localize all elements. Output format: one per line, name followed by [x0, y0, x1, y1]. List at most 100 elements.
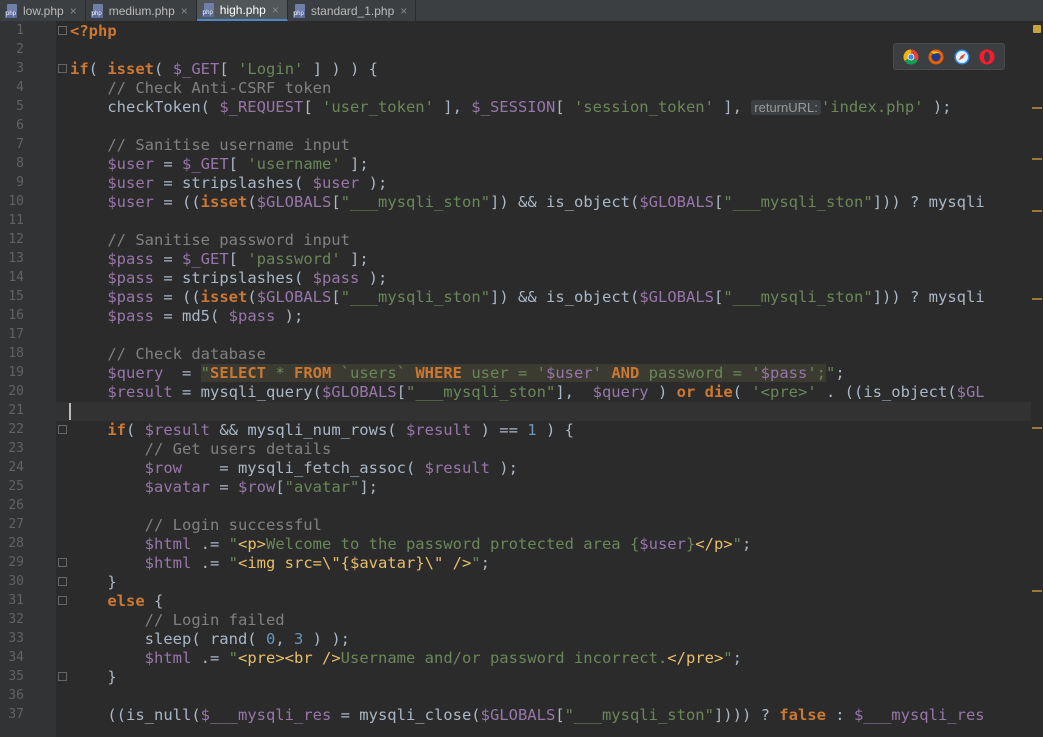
line-number: 33 [8, 631, 24, 646]
line-number: 7 [16, 137, 24, 152]
safari-icon[interactable] [954, 49, 970, 65]
code-line: $html .= "<pre><br />Username and/or pas… [144, 649, 742, 667]
line-number: 4 [16, 80, 24, 95]
tab-label: standard_1.php [310, 3, 395, 18]
line-number: 35 [8, 669, 24, 684]
code-line: $user = stripslashes( $user ); [107, 174, 388, 192]
line-number: 9 [16, 175, 24, 190]
code-editor[interactable]: <?php if( isset( $_GET[ 'Login' ] ) ) { /… [56, 21, 1031, 737]
line-number: 22 [8, 422, 24, 437]
line-number: 26 [8, 498, 24, 513]
line-number: 25 [8, 479, 24, 494]
tab-label: low.php [23, 3, 64, 18]
line-number: 6 [16, 118, 24, 133]
line-number: 2 [16, 42, 24, 57]
code-line: $pass = ((isset($GLOBALS["___mysqli_ston… [107, 288, 985, 306]
close-icon[interactable]: × [70, 4, 77, 18]
tab-label: high.php [219, 2, 266, 17]
code-line: $user = $_GET[ 'username' ]; [107, 155, 369, 173]
code-line: // Sanitise username input [107, 136, 350, 154]
code-line: // Check Anti-CSRF token [107, 79, 332, 97]
line-number: 13 [8, 251, 24, 266]
code-line: } [70, 573, 117, 591]
close-icon[interactable]: × [181, 4, 188, 18]
line-number: 15 [8, 289, 24, 304]
tab-medium-php[interactable]: medium.php × [86, 0, 197, 21]
firefox-icon[interactable] [928, 49, 944, 65]
tab-low-php[interactable]: low.php × [0, 0, 86, 21]
line-number: 24 [8, 460, 24, 475]
line-number: 17 [8, 327, 24, 342]
line-number: 19 [8, 365, 24, 380]
line-number: 28 [8, 536, 24, 551]
code-line: $html .= "<img src=\"{$avatar}\" />"; [144, 554, 490, 572]
code-line: // Sanitise password input [107, 231, 350, 249]
code-line: $query = "SELECT * FROM `users` WHERE us… [107, 364, 845, 382]
line-number: 37 [8, 707, 24, 722]
line-number: 21 [8, 403, 24, 418]
code-line: // Login failed [144, 611, 285, 629]
php-file-icon [90, 3, 104, 18]
editor-tab-bar: low.php × medium.php × high.php × standa… [0, 0, 1043, 22]
line-number: 14 [8, 270, 24, 285]
php-file-icon [5, 3, 18, 18]
code-line: // Get users details [144, 440, 332, 458]
tab-standard-1-php[interactable]: standard_1.php × [288, 0, 417, 21]
close-icon[interactable]: × [400, 4, 407, 18]
line-number: 29 [8, 555, 24, 570]
code-line: $pass = md5( $pass ); [107, 307, 304, 325]
php-file-icon [201, 2, 215, 17]
close-icon[interactable]: × [272, 3, 279, 17]
analysis-status-icon[interactable] [1033, 25, 1041, 33]
text-caret [69, 403, 71, 420]
line-number: 30 [8, 574, 24, 589]
line-number: 27 [8, 517, 24, 532]
error-stripe-mark[interactable] [1032, 158, 1042, 160]
code-line: // Login successful [144, 516, 322, 534]
line-number: 11 [8, 213, 24, 228]
line-number: 31 [8, 593, 24, 608]
code-line: // Check database [107, 345, 266, 363]
line-number: 18 [8, 346, 24, 361]
line-number: 23 [8, 441, 24, 456]
line-number: 5 [16, 99, 24, 114]
vertical-scrollbar[interactable] [1031, 21, 1043, 737]
code-line: $pass = $_GET[ 'password' ]; [107, 250, 369, 268]
code-line: else { [107, 592, 164, 610]
line-number: 20 [8, 384, 24, 399]
error-stripe-mark[interactable] [1032, 210, 1042, 212]
opera-icon[interactable] [979, 49, 995, 65]
tab-high-php[interactable]: high.php × [196, 0, 288, 21]
parameter-hint: returnURL: [751, 100, 821, 115]
code-line: $pass = stripslashes( $pass ); [107, 269, 388, 287]
chrome-icon[interactable] [903, 49, 919, 65]
code-line: $result = mysqli_query($GLOBALS["___mysq… [107, 383, 985, 401]
line-number: 34 [8, 650, 24, 665]
code-line: $avatar = $row["avatar"]; [144, 478, 379, 496]
php-file-icon [292, 3, 306, 18]
line-number: 8 [16, 156, 24, 171]
line-number: 10 [8, 194, 24, 209]
tab-label: medium.php [108, 3, 175, 18]
code-line: if( isset( $_GET[ 'Login' ] ) ) { [70, 60, 379, 78]
line-number: 36 [8, 688, 24, 703]
error-stripe-mark[interactable] [1032, 107, 1042, 109]
line-number: 32 [8, 612, 24, 627]
code-line: ((is_null($___mysqli_res = mysqli_close(… [70, 706, 985, 724]
code-line: checkToken( $_REQUEST[ 'user_token' ], $… [70, 98, 952, 116]
error-stripe-mark[interactable] [1032, 590, 1042, 592]
browser-preview-toolbar [893, 43, 1005, 70]
line-number: 3 [16, 61, 24, 76]
code-line: <?php [70, 22, 117, 40]
error-stripe-mark[interactable] [1032, 427, 1042, 429]
code-line: $user = ((isset($GLOBALS["___mysqli_ston… [107, 193, 985, 211]
code-line: $row = mysqli_fetch_assoc( $result ); [144, 459, 518, 477]
code-line: } [70, 668, 117, 686]
code-line: sleep( rand( 0, 3 ) ); [70, 630, 350, 648]
line-number: 16 [8, 308, 24, 323]
line-number: 12 [8, 232, 24, 247]
code-line: $html .= "<p>Welcome to the password pro… [144, 535, 752, 553]
code-line: if( $result && mysqli_num_rows( $result … [107, 421, 574, 439]
error-stripe-mark[interactable] [1032, 298, 1042, 300]
line-number: 1 [16, 23, 24, 38]
